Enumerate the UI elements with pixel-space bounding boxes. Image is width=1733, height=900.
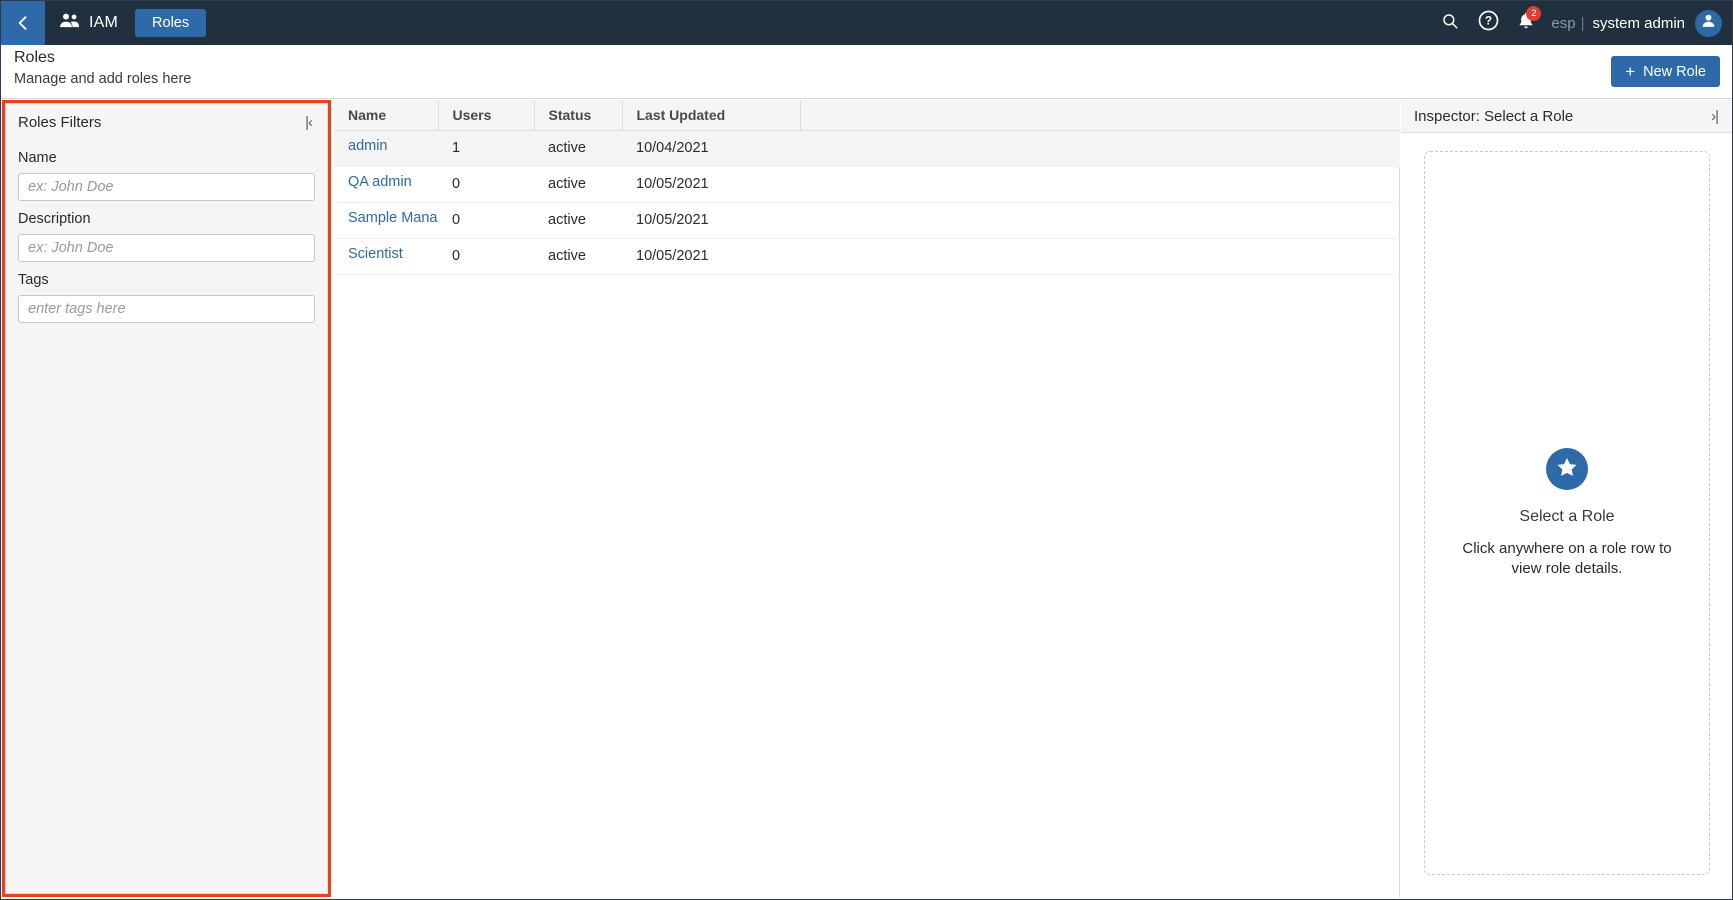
star-badge <box>1546 448 1588 490</box>
cell-name: QA admin <box>334 166 438 203</box>
inspector-empty-message: Click anywhere on a role row to view rol… <box>1462 540 1672 577</box>
filter-label-description: Description <box>18 211 91 227</box>
roles-table-area: Name Users Status Last Updated admin 1 a… <box>334 100 1400 897</box>
cell-status: active <box>534 166 622 203</box>
cell-name: admin <box>334 130 438 167</box>
cell-status: active <box>534 130 622 167</box>
body-area: Roles Filters |‹ Name Description Tags <box>1 99 1732 899</box>
cell-last-updated: 10/04/2021 <box>622 130 800 167</box>
cell-blank <box>800 202 1400 239</box>
cell-blank <box>800 238 1400 275</box>
roles-table: Name Users Status Last Updated admin 1 a… <box>334 100 1400 275</box>
collapse-left-icon[interactable]: |‹ <box>302 112 315 133</box>
name-filter-input[interactable] <box>18 173 315 201</box>
chevron-left-icon <box>13 13 33 33</box>
nav-right-group: ? 2 esp | system admin <box>1431 1 1732 45</box>
help-button[interactable]: ? <box>1469 1 1507 45</box>
top-navigation-bar: IAM Roles ? 2 esp | system admin <box>1 1 1732 45</box>
cell-status: active <box>534 238 622 275</box>
column-header-users[interactable]: Users <box>437 100 534 131</box>
table-row[interactable]: Scientist 0 active 10/05/2021 <box>334 238 1400 275</box>
table-row[interactable]: admin 1 active 10/04/2021 <box>334 130 1400 167</box>
plus-icon: + <box>1625 61 1636 81</box>
user-name-label[interactable]: system admin <box>1592 15 1685 32</box>
table-row[interactable]: QA admin 0 active 10/05/2021 <box>334 166 1400 203</box>
filter-field-tags: Tags <box>6 272 327 323</box>
tags-filter-input[interactable] <box>18 295 315 323</box>
cell-users: 1 <box>438 130 534 167</box>
search-icon <box>1441 12 1459 35</box>
brand-group: IAM <box>59 13 118 33</box>
inspector-title: Inspector: Select a Role <box>1414 107 1574 125</box>
svg-text:?: ? <box>1485 14 1492 28</box>
star-icon <box>1555 455 1579 484</box>
description-filter-input[interactable] <box>18 234 315 262</box>
inspector-header: Inspector: Select a Role ›| <box>1401 100 1732 133</box>
inspector-empty-state: Select a Role Click anywhere on a role r… <box>1424 151 1710 875</box>
expand-right-icon[interactable]: ›| <box>1708 106 1721 127</box>
roles-filters-highlight: Roles Filters |‹ Name Description Tags <box>2 100 331 897</box>
column-header-last-updated[interactable]: Last Updated <box>621 100 800 131</box>
cell-users: 0 <box>438 202 534 239</box>
filter-field-description: Description <box>6 211 327 262</box>
user-avatar-icon <box>1700 12 1717 34</box>
new-role-button-label: New Role <box>1643 63 1706 80</box>
cell-status: active <box>534 202 622 239</box>
filter-label-tags: Tags <box>18 272 49 288</box>
cell-last-updated: 10/05/2021 <box>622 238 800 275</box>
inspector-empty-heading: Select a Role <box>1519 508 1615 525</box>
page-title: Roles <box>14 49 55 66</box>
table-row[interactable]: Sample Manager 0 active 10/05/2021 <box>334 202 1400 239</box>
role-link[interactable]: Scientist <box>348 246 403 262</box>
filter-label-name: Name <box>18 150 57 166</box>
roles-page: IAM Roles ? 2 esp | system admin Roles M… <box>0 0 1733 900</box>
search-button[interactable] <box>1431 1 1469 45</box>
avatar[interactable] <box>1695 9 1722 37</box>
notifications-button[interactable]: 2 <box>1507 1 1545 45</box>
back-button[interactable] <box>1 1 45 45</box>
org-label[interactable]: esp <box>1551 15 1575 32</box>
role-link[interactable]: Sample Manager <box>348 210 438 226</box>
inspector-body: Select a Role Click anywhere on a role r… <box>1401 133 1732 897</box>
new-role-button[interactable]: + New Role <box>1611 56 1720 87</box>
roles-table-head: Name Users Status Last Updated <box>334 100 1400 131</box>
page-subtitle: Manage and add roles here <box>14 71 192 87</box>
filters-header: Roles Filters |‹ <box>6 104 327 140</box>
cell-last-updated: 10/05/2021 <box>622 202 800 239</box>
roles-table-body: admin 1 active 10/04/2021 QA admin 0 act… <box>334 130 1400 275</box>
table-header-row: Name Users Status Last Updated <box>334 100 1400 131</box>
people-icon <box>59 13 80 33</box>
cell-blank <box>800 166 1400 203</box>
cell-users: 0 <box>438 238 534 275</box>
column-header-status[interactable]: Status <box>533 100 622 131</box>
filter-field-name: Name <box>6 150 327 201</box>
filters-title: Roles Filters <box>18 113 102 131</box>
notification-badge: 2 <box>1526 6 1542 21</box>
roles-filters-panel: Roles Filters |‹ Name Description Tags <box>5 103 328 894</box>
help-icon: ? <box>1478 10 1499 36</box>
tab-roles[interactable]: Roles <box>135 8 207 38</box>
role-link[interactable]: admin <box>348 138 388 154</box>
column-header-blank <box>799 100 1400 131</box>
inspector-panel: Inspector: Select a Role ›| Select a Rol… <box>1401 100 1732 897</box>
cell-last-updated: 10/05/2021 <box>622 166 800 203</box>
cell-name: Scientist <box>334 238 438 275</box>
role-link[interactable]: QA admin <box>348 174 412 190</box>
nav-separator: | <box>1580 14 1585 32</box>
cell-name: Sample Manager <box>334 202 438 239</box>
cell-blank <box>800 130 1400 167</box>
page-header: Roles Manage and add roles here + New Ro… <box>1 45 1732 99</box>
cell-users: 0 <box>438 166 534 203</box>
brand-label: IAM <box>89 14 119 31</box>
column-header-name[interactable]: Name <box>334 100 438 131</box>
